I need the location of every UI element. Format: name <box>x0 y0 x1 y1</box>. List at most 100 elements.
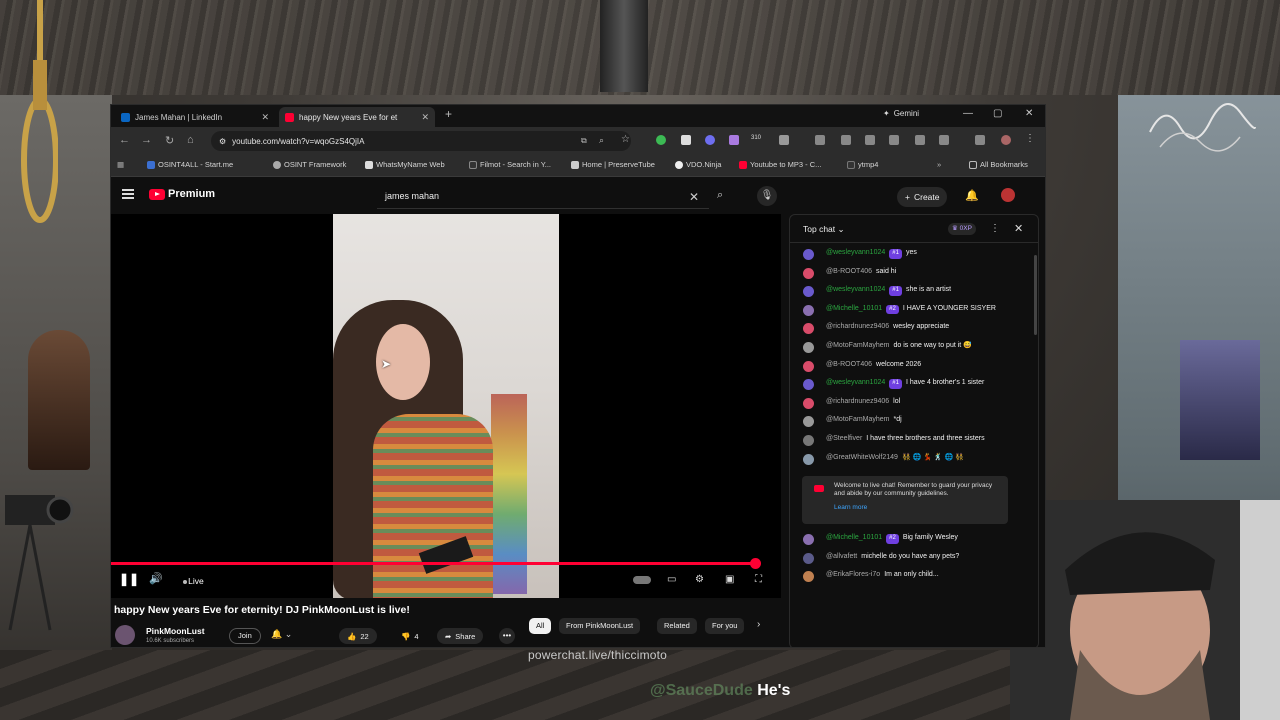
chat-author[interactable]: @B-ROOT406 <box>826 268 872 275</box>
home-button[interactable]: ⌂ <box>187 134 194 146</box>
youtube-logo[interactable]: Premium <box>149 188 215 200</box>
chat-avatar[interactable] <box>803 323 814 335</box>
notification-bell-dropdown[interactable]: 🔔 ⌄ <box>271 629 292 640</box>
extension-icon[interactable] <box>815 135 825 145</box>
chat-author[interactable]: @richardnunez9406 <box>826 398 889 405</box>
chat-message[interactable]: @B-ROOT406 welcome 2026 <box>790 359 1032 378</box>
chat-author[interactable]: @Steelfiver <box>826 435 862 442</box>
chat-avatar[interactable] <box>803 416 814 428</box>
search-icon[interactable]: ⌕ <box>717 189 723 202</box>
chat-scrollbar[interactable] <box>1034 255 1037 335</box>
profile-avatar[interactable] <box>1001 135 1011 145</box>
chip-for-you[interactable]: For you <box>705 618 745 634</box>
zoom-icon[interactable]: ⌕ <box>599 135 609 145</box>
extension-icon[interactable] <box>841 135 851 145</box>
microphone-icon[interactable]: 🎙 <box>757 186 777 206</box>
maximize-button[interactable]: ▢ <box>993 108 1002 119</box>
chat-message[interactable]: @wesleyvann1024 #1 yes <box>790 247 1032 266</box>
notifications-bell-icon[interactable]: 🔔 <box>965 189 979 202</box>
extension-icon[interactable] <box>939 135 949 145</box>
chat-author[interactable]: @GreatWhiteWolf2149 <box>826 454 898 461</box>
channel-name[interactable]: PinkMoonLust <box>146 626 205 636</box>
bookmark-vdo-ninja[interactable]: VDO.Ninja <box>675 160 721 169</box>
gemini-button[interactable]: ✦ Gemini <box>883 109 919 118</box>
create-button[interactable]: + Create <box>897 187 948 207</box>
puzzle-icon[interactable] <box>779 135 789 145</box>
dislike-button[interactable]: 👎 4 <box>395 628 425 644</box>
chat-author[interactable]: @MotoFamMayhem <box>826 342 890 349</box>
hamburger-menu-icon[interactable] <box>122 189 134 199</box>
chat-avatar[interactable] <box>803 249 814 260</box>
xp-badge[interactable]: ♛ 0XP <box>948 223 976 235</box>
chat-avatar[interactable] <box>803 571 814 583</box>
chat-message[interactable]: @ErikaFlores-i7o Im an only child... <box>790 569 1032 588</box>
site-info-icon[interactable]: ⚙ <box>219 137 226 146</box>
chip-all[interactable]: All <box>529 618 552 634</box>
extension-icon[interactable] <box>889 135 899 145</box>
share-button[interactable]: ➦ Share <box>437 628 484 644</box>
chat-avatar[interactable] <box>803 397 814 409</box>
more-bookmarks-icon[interactable]: » <box>937 160 941 169</box>
chat-message[interactable]: @wesleyvann1024 #1 she is an artist <box>790 284 1032 303</box>
download-icon[interactable] <box>865 135 875 145</box>
chat-menu-icon[interactable]: ⋮ <box>990 223 1000 234</box>
progress-bar[interactable] <box>111 562 755 565</box>
chat-message[interactable]: @allvafett michelle do you have any pets? <box>790 551 1032 570</box>
chat-avatar[interactable] <box>803 434 814 446</box>
video-player[interactable]: ➤ ❚❚ 🔊 Live ▭ ⚙ ▣ ⛶ <box>111 214 781 598</box>
chat-author[interactable]: @MotoFamMayhem <box>826 416 890 423</box>
chat-author[interactable]: @allvafett <box>826 553 857 560</box>
close-window-button[interactable]: ✕ <box>1025 108 1033 119</box>
chat-message[interactable]: @richardnunez9406 wesley appreciate <box>790 321 1032 340</box>
bookmark-osint4all[interactable]: OSINT4ALL - Start.me <box>147 160 233 169</box>
chrome-menu-icon[interactable]: ⋮ <box>1025 133 1035 144</box>
learn-more-link[interactable]: Learn more <box>834 504 1000 512</box>
extension-badge[interactable]: 310 <box>751 135 761 141</box>
chat-message[interactable]: @MotoFamMayhem do is one way to put it 😅 <box>790 340 1032 359</box>
like-button[interactable]: 👍 22 <box>339 628 377 644</box>
progress-scrubber[interactable] <box>749 558 761 569</box>
all-bookmarks[interactable]: All Bookmarks <box>969 160 1028 169</box>
minimize-button[interactable]: — <box>963 108 973 119</box>
chat-author[interactable]: @wesleyvann1024 <box>826 286 885 293</box>
more-actions-button[interactable]: ••• <box>499 628 515 644</box>
back-button[interactable]: ← <box>119 134 130 146</box>
chip-related[interactable]: Related <box>657 618 697 634</box>
clear-search-icon[interactable]: ✕ <box>689 190 699 204</box>
chat-message[interactable]: @Steelfiver I have three brothers and thr… <box>790 433 1032 452</box>
bookmark-preservetube[interactable]: Home | PreserveTube <box>571 160 655 169</box>
bookmark-whatsmyname[interactable]: WhatsMyName Web <box>365 160 445 169</box>
extension-icon[interactable] <box>729 135 739 145</box>
chat-message[interactable]: @wesleyvann1024 #1 I have 4 brother's 1 si… <box>790 377 1032 396</box>
close-chat-icon[interactable]: ✕ <box>1014 222 1023 235</box>
bookmark-osint-framework[interactable]: OSINT Framework <box>273 160 346 169</box>
reload-button[interactable]: ↻ <box>165 134 174 147</box>
extension-icon[interactable] <box>975 135 985 145</box>
pause-icon[interactable]: ❚❚ <box>119 572 139 586</box>
chat-message[interactable]: @Michelle_10101 #2 I HAVE A YOUNGER SISYER <box>790 303 1032 322</box>
chat-author[interactable]: @wesleyvann1024 <box>826 249 885 256</box>
chat-message[interactable]: @Michelle_10101 #2 Big family Wesley <box>790 532 1032 551</box>
chat-author[interactable]: @richardnunez9406 <box>826 323 889 330</box>
chat-avatar[interactable] <box>803 304 814 316</box>
subtitles-icon[interactable]: ▭ <box>667 574 676 585</box>
chat-avatar[interactable] <box>803 534 814 546</box>
chat-message[interactable]: @richardnunez9406 lol <box>790 396 1032 415</box>
bookmark-star-icon[interactable]: ☆ <box>621 134 631 145</box>
install-app-icon[interactable]: ⧉ <box>581 136 591 146</box>
chat-message[interactable]: @B-ROOT406 said hi <box>790 266 1032 285</box>
channel-avatar[interactable] <box>115 625 135 645</box>
extension-icon[interactable] <box>915 135 925 145</box>
forward-button[interactable]: → <box>141 134 152 146</box>
join-button[interactable]: Join <box>229 628 261 644</box>
chat-avatar[interactable] <box>803 267 814 279</box>
chat-avatar[interactable] <box>803 453 814 465</box>
chat-avatar[interactable] <box>803 286 814 298</box>
chat-avatar[interactable] <box>803 552 814 564</box>
top-chat-dropdown[interactable]: Top chat ⌄ <box>803 224 845 235</box>
chat-author[interactable]: @ErikaFlores-i7o <box>826 571 880 578</box>
close-tab-icon[interactable]: ✕ <box>421 112 429 123</box>
grammarly-extension-icon[interactable] <box>656 135 666 145</box>
fullscreen-icon[interactable]: ⛶ <box>755 574 762 585</box>
address-bar[interactable]: ⚙ youtube.com/watch?v=wqoGzS4QjIA <box>211 131 631 151</box>
